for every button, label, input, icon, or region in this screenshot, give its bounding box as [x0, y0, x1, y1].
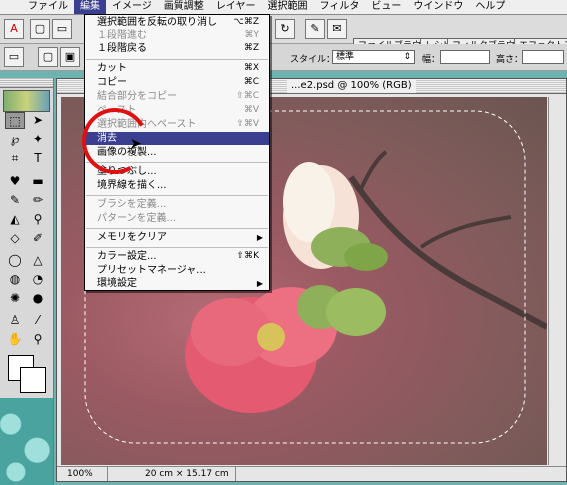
background-color-swatch[interactable]	[20, 367, 46, 393]
document-title: ...e2.psd @ 100% (RGB)	[287, 79, 416, 93]
eraser-tool-icon[interactable]: ◇	[5, 230, 25, 247]
width-label: 幅：	[422, 55, 441, 65]
add-selection-icon[interactable]: ▣	[60, 47, 80, 67]
menu-item-copy-merged[interactable]: 結合部分をコピー ⇧⌘C	[85, 90, 269, 103]
red-eye-tool-icon[interactable]: ✺	[5, 290, 25, 307]
menu-filter[interactable]: フィルタ	[314, 0, 366, 14]
adobe-logo-icon[interactable]: A	[4, 19, 24, 39]
rectangle-shape-icon[interactable]: ▬	[28, 173, 48, 190]
pencil-tool-icon[interactable]: ✏	[28, 192, 48, 209]
style-label: スタイル：	[290, 55, 336, 65]
burn-tool-icon[interactable]: ●	[28, 290, 48, 307]
menu-item-preset-manager[interactable]: プリセットマネージャ...	[85, 264, 269, 277]
status-bar: 100% 20 cm × 15.17 cm	[57, 466, 566, 481]
submenu-arrow-icon: ▶	[256, 279, 263, 288]
eyedropper-tool-icon[interactable]: ⁄	[28, 312, 48, 329]
shape-selection-icon[interactable]: ♙	[5, 312, 25, 329]
tool-palette-banner	[3, 90, 50, 112]
zoom-level[interactable]: 100%	[61, 467, 108, 481]
lasso-tool-icon[interactable]: ℘	[5, 131, 25, 148]
paint-bucket-icon[interactable]: ◭	[5, 211, 25, 228]
marquee-tool-icon[interactable]: ⬚	[5, 112, 25, 129]
marquee-options-icon[interactable]: ▭	[4, 47, 24, 67]
vertical-scrollbar[interactable]	[548, 97, 565, 465]
menu-file[interactable]: ファイル	[22, 0, 74, 14]
new-selection-icon[interactable]: ▢	[38, 47, 58, 67]
menu-help[interactable]: ヘルプ	[469, 0, 511, 14]
new-document-icon[interactable]: ▢	[30, 19, 50, 39]
height-label: 高さ：	[496, 55, 524, 65]
zoom-tool-icon[interactable]: ⚲	[28, 331, 48, 348]
menu-item-define-pattern[interactable]: パターンを定義...	[85, 212, 269, 225]
open-folder-icon[interactable]: ▭	[52, 19, 72, 39]
heart-shape-icon[interactable]: ♥	[5, 173, 25, 190]
menu-select[interactable]: 選択範囲	[262, 0, 314, 14]
menu-item-undo-invert[interactable]: 選択範囲を反転の取り消し ⌥⌘Z	[85, 16, 269, 29]
smudge-tool-icon[interactable]: △	[28, 252, 48, 269]
crop-tool-icon[interactable]: ⌗	[5, 150, 25, 167]
pattern-stamp-icon[interactable]: ✐	[28, 230, 48, 247]
brush-tool-icon[interactable]: ✎	[5, 192, 25, 209]
menu-separator	[86, 59, 268, 60]
move-tool-icon[interactable]: ➤	[28, 112, 48, 129]
submenu-arrow-icon: ▶	[256, 233, 263, 242]
desktop-background	[0, 398, 53, 485]
document-size: 20 cm × 15.17 cm	[137, 467, 236, 481]
menu-item-preferences[interactable]: 環境設定 ▶	[85, 277, 269, 290]
menu-item-purge[interactable]: メモリをクリア ▶	[85, 231, 269, 244]
menu-item-copy[interactable]: コピー ⌘C	[85, 76, 269, 89]
menu-item-step-forward[interactable]: １段階進む ⌘Y	[85, 29, 269, 42]
width-field[interactable]	[440, 50, 490, 64]
menu-window[interactable]: ウインドウ	[407, 0, 469, 14]
menu-image[interactable]: イメージ	[106, 0, 158, 14]
chevron-down-icon: ⇕	[403, 52, 411, 62]
tool-palette-titlebar[interactable]	[0, 78, 53, 88]
magic-wand-icon[interactable]: ✦	[28, 131, 48, 148]
style-select[interactable]: 標準 ⇕	[332, 50, 415, 64]
mouse-pointer-icon: ➤	[130, 136, 142, 152]
menu-separator	[86, 247, 268, 248]
menu-edit[interactable]: 編集	[74, 0, 106, 14]
stamp-tool-icon[interactable]: ⚲	[28, 211, 48, 228]
redo-icon[interactable]: ↻	[275, 19, 295, 39]
eyedropper-icon[interactable]: ✎	[305, 19, 325, 39]
menu-item-color-settings[interactable]: カラー設定... ⇧⌘K	[85, 250, 269, 263]
menu-separator	[86, 195, 268, 196]
dodge-tool-icon[interactable]: ◔	[28, 271, 48, 288]
menu-layer[interactable]: レイヤー	[210, 0, 262, 14]
menu-view[interactable]: ビュー	[365, 0, 407, 14]
menu-item-define-brush[interactable]: ブラシを定義...	[85, 198, 269, 211]
menu-adjust[interactable]: 画質調整	[158, 0, 210, 14]
hand-tool-icon[interactable]: ✋	[5, 331, 25, 348]
menu-item-cut[interactable]: カット ⌘X	[85, 62, 269, 75]
style-select-value: 標準	[336, 52, 355, 62]
menu-item-step-backward[interactable]: １段階戻る ⌘Z	[85, 42, 269, 55]
menu-bar: ファイル 編集 イメージ 画質調整 レイヤー 選択範囲 フィルタ ビュー ウイン…	[0, 0, 567, 15]
menu-separator	[86, 228, 268, 229]
type-tool-icon[interactable]: T	[28, 150, 48, 167]
height-field[interactable]	[522, 50, 564, 64]
blur-tool-icon[interactable]: ◯	[5, 252, 25, 269]
email-icon[interactable]: ✉	[327, 19, 347, 39]
menu-item-stroke[interactable]: 境界線を描く...	[85, 179, 269, 192]
sponge-tool-icon[interactable]: ◍	[5, 271, 25, 288]
